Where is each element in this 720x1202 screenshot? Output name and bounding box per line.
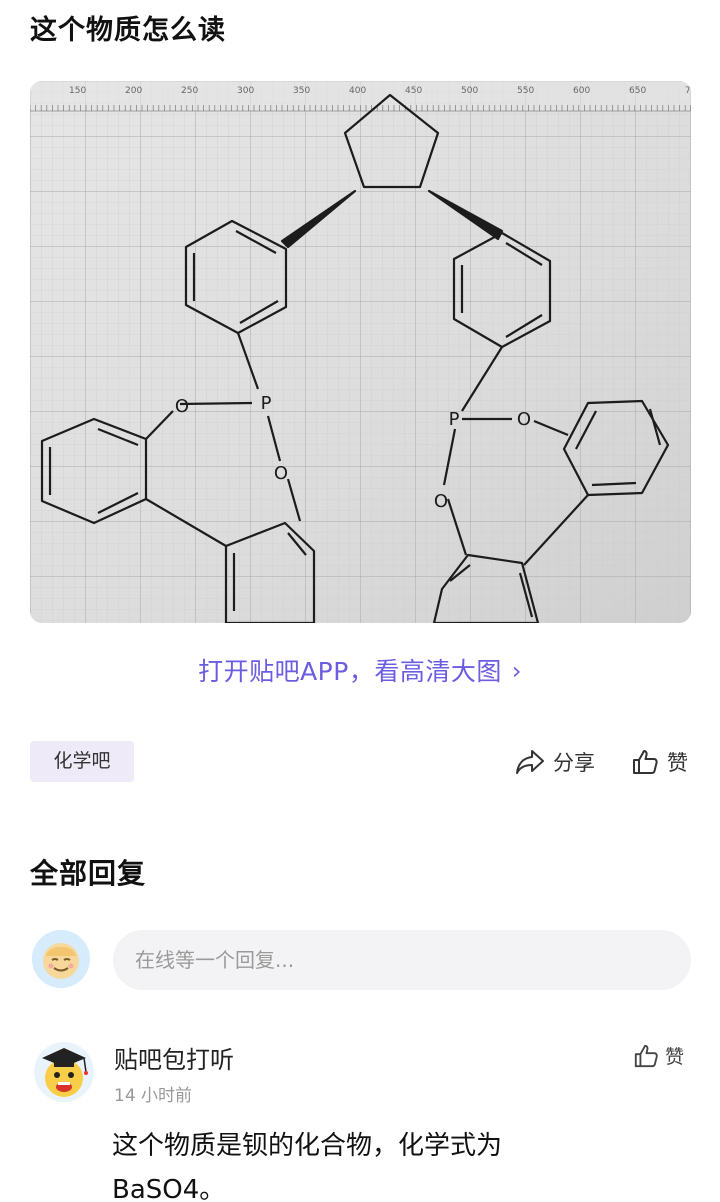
share-icon: [516, 750, 544, 774]
reply-like-label: 赞: [665, 1046, 685, 1068]
ruler-label: 250: [181, 86, 198, 96]
post-title: 这个物质怎么读: [30, 15, 226, 46]
atom-label: O: [175, 396, 189, 417]
avatar-icon: [32, 930, 90, 988]
ruler-label: 150: [69, 86, 86, 96]
reply-like-button[interactable]: 赞: [633, 1042, 684, 1069]
thumbs-up-icon: [633, 750, 658, 774]
chevron-right-icon: ›: [511, 657, 522, 685]
share-button[interactable]: 分享: [515, 744, 595, 780]
chemical-structure-photo: 150 200 250 300 350 400 450 500 550 600 650 70: [30, 81, 691, 623]
open-app-link[interactable]: 打开贴吧APP，看高清大图 ›: [0, 652, 720, 688]
ruler-label: 350: [293, 86, 310, 96]
open-app-label: 打开贴吧APP，看高清大图: [198, 657, 502, 686]
ruler-label: 500: [461, 86, 478, 96]
atom-label: P: [261, 393, 272, 414]
atom-label: O: [434, 491, 448, 512]
atom-label: O: [274, 463, 288, 484]
ruler-label: 400: [349, 86, 366, 96]
reply-input[interactable]: 在线等一个回复...: [113, 930, 691, 990]
like-label: 赞: [667, 751, 688, 775]
ruler-label: 650: [629, 86, 646, 96]
reply-timestamp: 14 小时前: [114, 1086, 193, 1106]
atom-label: P: [449, 409, 460, 430]
reply-avatar[interactable]: [34, 1042, 94, 1102]
avatar-icon: [34, 1042, 94, 1102]
ruler-label: 550: [517, 86, 534, 96]
replies-section-title: 全部回复: [30, 857, 147, 890]
ruler-label: 200: [125, 86, 142, 96]
ruler-label: 600: [573, 86, 590, 96]
ruler-label: 450: [405, 86, 422, 96]
atom-label: O: [517, 409, 531, 430]
share-label: 分享: [553, 751, 595, 775]
ruler-label: 300: [237, 86, 254, 96]
thumbs-up-icon: [634, 1044, 658, 1067]
my-avatar[interactable]: [32, 930, 90, 988]
reply-username[interactable]: 贴吧包打听: [114, 1040, 234, 1075]
post-image[interactable]: 150 200 250 300 350 400 450 500 550 600 650 70: [30, 81, 691, 623]
like-button[interactable]: 赞: [631, 744, 688, 780]
ruler-label: 70: [685, 86, 691, 96]
forum-tag[interactable]: 化学吧: [30, 741, 134, 782]
reply-text: 这个物质是钡的化合物，化学式为BaSO4。: [112, 1131, 503, 1202]
